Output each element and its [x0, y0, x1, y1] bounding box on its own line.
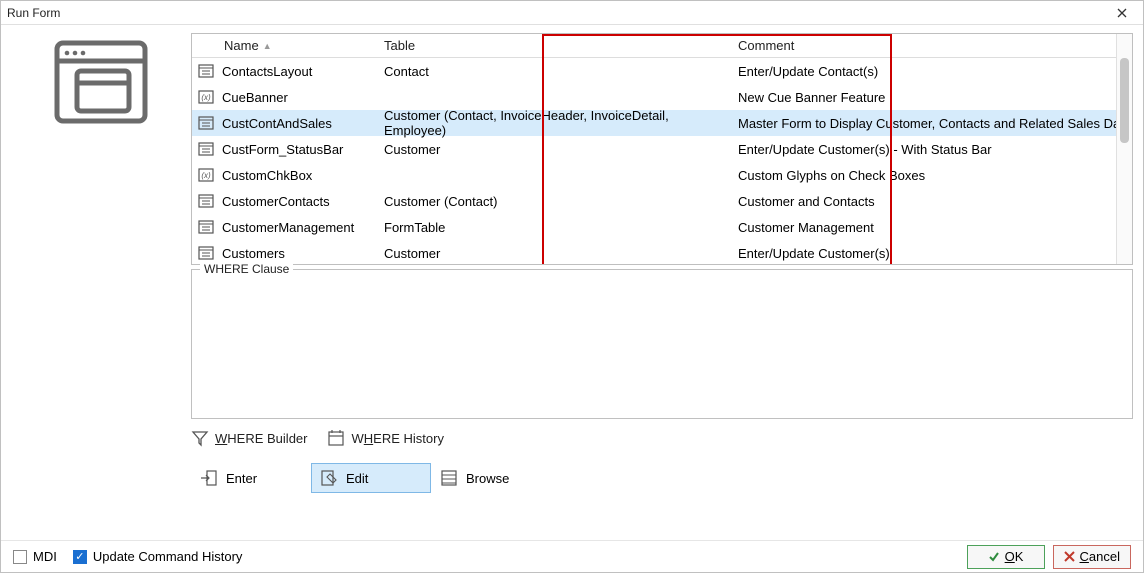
statusbar: MDI ✓ Update Command History OK Cancel [1, 540, 1143, 572]
mdi-checkbox[interactable]: MDI [13, 549, 57, 564]
form-icon [192, 142, 220, 156]
table-row[interactable]: CustContAndSalesCustomer (Contact, Invoi… [192, 110, 1132, 136]
cell-comment: Enter/Update Customer(s) [730, 246, 1132, 261]
cell-table: FormTable [380, 220, 730, 235]
cell-comment: New Cue Banner Feature [730, 90, 1132, 105]
scroll-thumb[interactable] [1120, 58, 1129, 143]
grid-header: Name▲ Table Comment [192, 34, 1132, 58]
sort-asc-icon: ▲ [263, 41, 272, 51]
calendar-icon [327, 429, 345, 447]
fx-icon: (x) [192, 90, 220, 104]
cell-name: CustContAndSales [220, 116, 380, 131]
table-row[interactable]: (x) CueBanner New Cue Banner Feature [192, 84, 1132, 110]
table-row[interactable]: ContactsLayoutContactEnter/Update Contac… [192, 58, 1132, 84]
cell-name: ContactsLayout [220, 64, 380, 79]
cell-name: CueBanner [220, 90, 380, 105]
close-button[interactable] [1117, 8, 1137, 18]
run-form-window: Run Form Name▲ Tabl [0, 0, 1144, 573]
where-clause-input[interactable] [192, 270, 1132, 418]
form-large-icon [53, 39, 149, 125]
window-title: Run Form [7, 6, 1117, 20]
form-icon [192, 64, 220, 78]
where-clause-group: WHERE Clause [191, 269, 1133, 419]
svg-text:(x): (x) [201, 93, 211, 102]
column-header-table[interactable]: Table [380, 38, 730, 53]
dialog-icon-column [11, 33, 191, 493]
table-row[interactable]: CustomerContactsCustomer (Contact)Custom… [192, 188, 1132, 214]
cell-comment: Customer and Contacts [730, 194, 1132, 209]
upper-row: Name▲ Table Comment ContactsLayoutContac… [11, 33, 1133, 493]
titlebar: Run Form [1, 1, 1143, 25]
mode-edit-button[interactable]: Edit [311, 463, 431, 493]
where-history-button[interactable]: WHERE History [327, 429, 443, 447]
table-row[interactable]: CustomerManagementFormTableCustomer Mana… [192, 214, 1132, 240]
check-icon [988, 551, 1000, 563]
cell-table: Customer [380, 246, 730, 261]
cell-table: Customer (Contact) [380, 194, 730, 209]
cell-comment: Customer Management [730, 220, 1132, 235]
form-icon [192, 246, 220, 260]
ok-button[interactable]: OK [967, 545, 1045, 569]
edit-icon [320, 469, 338, 487]
x-icon [1064, 551, 1075, 562]
form-icon [192, 116, 220, 130]
content-area: Name▲ Table Comment ContactsLayoutContac… [1, 25, 1143, 540]
column-header-name[interactable]: Name▲ [220, 38, 380, 53]
where-tools-row: WHERE Builder WHERE History [191, 425, 1133, 451]
form-icon [192, 220, 220, 234]
cell-table: Customer (Contact, InvoiceHeader, Invoic… [380, 108, 730, 138]
cell-name: CustomChkBox [220, 168, 380, 183]
table-row[interactable]: CustomersCustomerEnter/Update Customer(s… [192, 240, 1132, 265]
vertical-scrollbar[interactable] [1116, 34, 1132, 264]
close-icon [1117, 8, 1127, 18]
cell-comment: Master Form to Display Customer, Contact… [730, 116, 1132, 131]
cell-name: CustForm_StatusBar [220, 142, 380, 157]
main-column: Name▲ Table Comment ContactsLayoutContac… [191, 33, 1133, 493]
cell-comment: Enter/Update Customer(s) - With Status B… [730, 142, 1132, 157]
funnel-icon [191, 429, 209, 447]
column-header-comment[interactable]: Comment [730, 38, 1132, 53]
checkbox-icon [13, 550, 27, 564]
enter-icon [200, 469, 218, 487]
mode-row: Enter Edit Browse [191, 463, 1133, 493]
cell-table: Contact [380, 64, 730, 79]
fx-icon: (x) [192, 168, 220, 182]
cell-comment: Enter/Update Contact(s) [730, 64, 1132, 79]
cell-name: CustomerContacts [220, 194, 380, 209]
mode-enter-button[interactable]: Enter [191, 463, 311, 493]
table-row[interactable]: (x) CustomChkBox Custom Glyphs on Check Bo… [192, 162, 1132, 188]
cell-table: Customer [380, 142, 730, 157]
grid-body: ContactsLayoutContactEnter/Update Contac… [192, 58, 1132, 265]
svg-text:(x): (x) [201, 171, 211, 180]
form-icon [192, 194, 220, 208]
cell-name: Customers [220, 246, 380, 261]
update-history-checkbox[interactable]: ✓ Update Command History [73, 549, 243, 564]
cell-comment: Custom Glyphs on Check Boxes [730, 168, 1132, 183]
where-builder-button[interactable]: WHERE Builder [191, 429, 307, 447]
browse-icon [440, 469, 458, 487]
forms-grid[interactable]: Name▲ Table Comment ContactsLayoutContac… [191, 33, 1133, 265]
cell-name: CustomerManagement [220, 220, 380, 235]
where-clause-legend: WHERE Clause [200, 262, 293, 276]
mode-browse-button[interactable]: Browse [431, 463, 551, 493]
checkbox-icon: ✓ [73, 550, 87, 564]
table-row[interactable]: CustForm_StatusBarCustomerEnter/Update C… [192, 136, 1132, 162]
cancel-button[interactable]: Cancel [1053, 545, 1131, 569]
